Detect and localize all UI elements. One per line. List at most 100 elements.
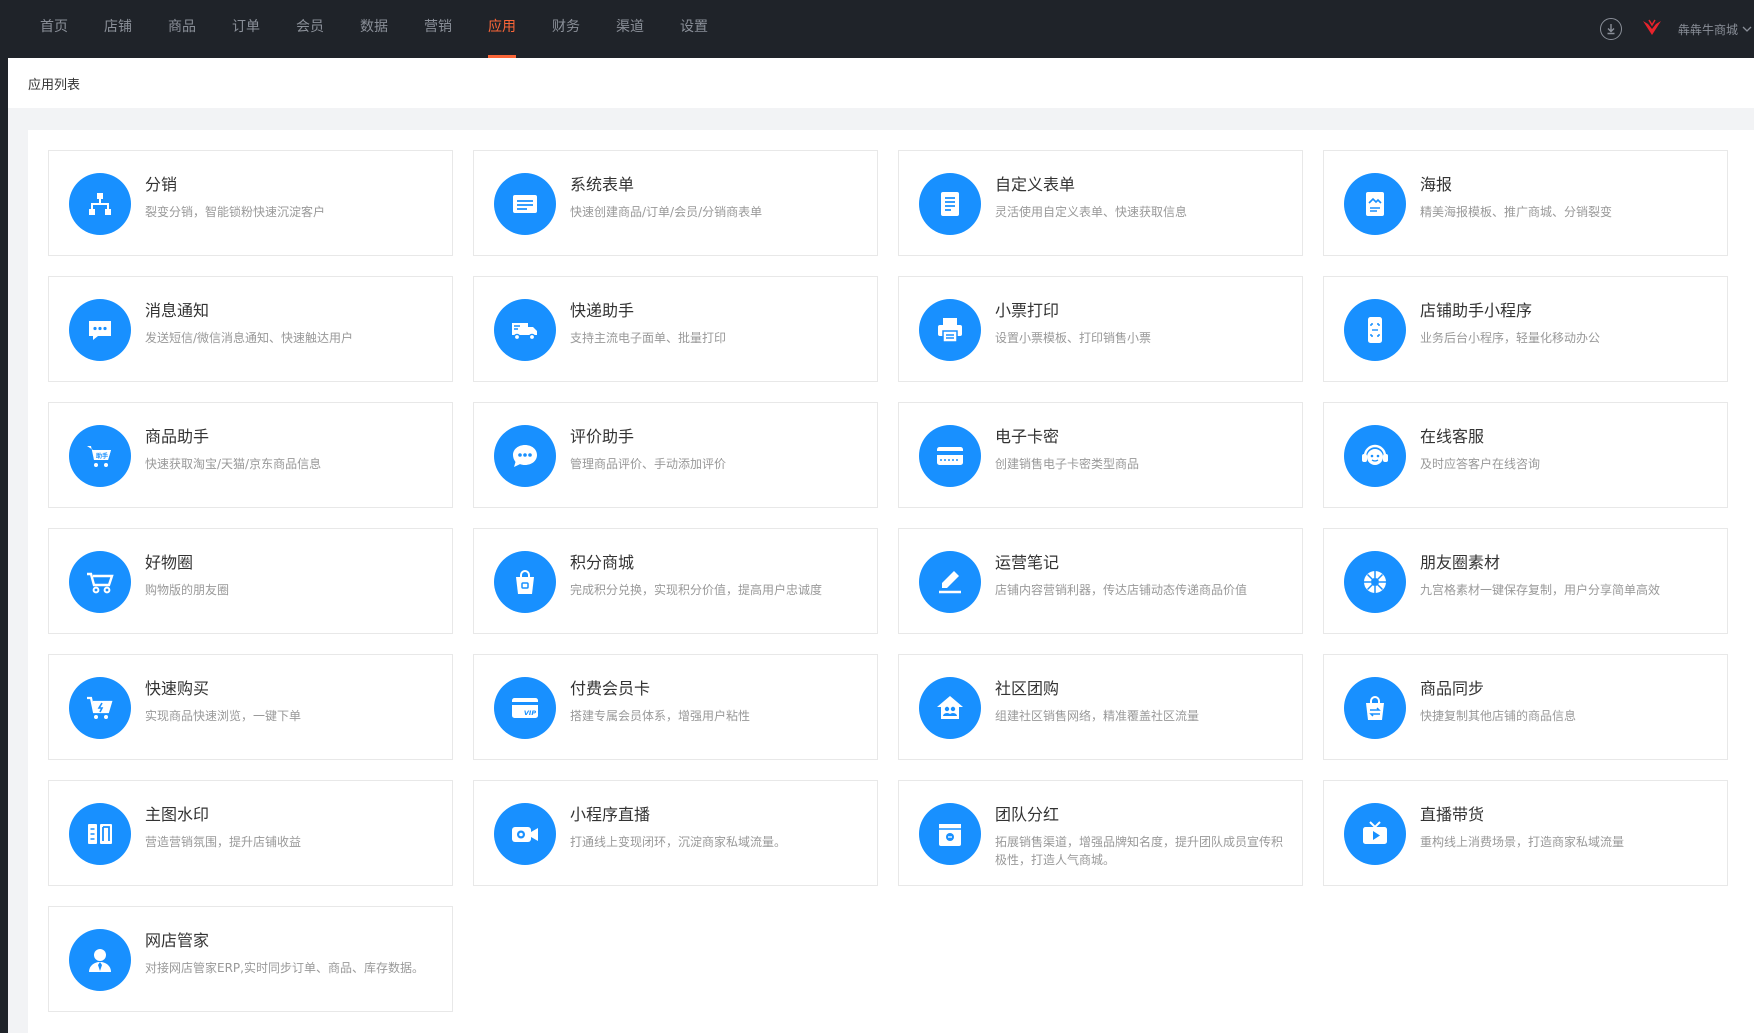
nav-item[interactable]: 财务 (534, 0, 598, 58)
app-card-description: 快速创建商品/订单/会员/分销商表单 (570, 205, 763, 219)
app-card-title: 自定义表单 (995, 175, 1076, 194)
app-card-description: 拓展销售渠道，增强品牌知名度，提升团队成员宣传积极性，打造人气商城。 (995, 835, 1284, 867)
app-card-title: 小票打印 (995, 301, 1060, 320)
nav-item[interactable]: 应用 (470, 0, 534, 58)
app-card-description: 完成积分兑换，实现积分价值，提高用户忠诚度 (570, 583, 823, 597)
app-card-title: 运营笔记 (995, 553, 1060, 572)
app-card-description: 管理商品评价、手动添加评价 (570, 457, 727, 471)
app-card[interactable]: 评价助手 管理商品评价、手动添加评价 (473, 402, 878, 508)
app-card[interactable]: 商品同步 快捷复制其他店铺的商品信息 (1323, 654, 1728, 760)
nav-item[interactable]: 设置 (662, 0, 726, 58)
app-card-description: 创建销售电子卡密类型商品 (995, 457, 1140, 471)
app-card[interactable]: 系统表单快速创建商品/订单/会员/分销商表单 (473, 150, 878, 256)
top-navigation-bar: 首页 店铺 商品 订单 会员 数据 营销 应用 财务 渠道 设置 犇犇牛商城 (0, 0, 1754, 58)
nav-item[interactable]: 会员 (278, 0, 342, 58)
chevron-down-icon[interactable] (1742, 25, 1754, 33)
team-dividend-icon (919, 803, 981, 865)
app-card[interactable]: 快速购买 实现商品快速浏览，一键下单 (48, 654, 453, 760)
icon-badge-text: VIP (524, 709, 536, 717)
nav-item[interactable]: 店铺 (86, 0, 150, 58)
sync-bag-icon (1344, 677, 1406, 739)
app-card[interactable]: 好物圈 购物版的朋友圈 (48, 528, 453, 634)
app-card[interactable]: 海报 精美海报模板、推广商城、分销裂变 (1323, 150, 1728, 256)
app-card[interactable]: 朋友圈素材 九宫格素材一键保存复制，用户分享简单高效 (1323, 528, 1728, 634)
app-card[interactable]: VIP 付费会员卡搭建专属会员体系，增强用户粘性 (473, 654, 878, 760)
form-list-icon (494, 173, 556, 235)
app-card[interactable]: 消息通知发送短信/微信消息通知、快速触达用户 (48, 276, 453, 382)
app-card-title: 网店管家 (145, 931, 210, 950)
app-card-title: 商品助手 (145, 427, 210, 446)
headset-icon (1344, 425, 1406, 487)
nav-item[interactable]: 首页 (22, 0, 86, 58)
app-card-text: 快递助手 支持主流电子面单、批量打印 (570, 299, 865, 347)
tv-play-icon (1344, 803, 1406, 865)
app-card-description: 发送短信/微信消息通知、快速触达用户 (145, 331, 354, 345)
app-card[interactable]: 自定义表单灵活使用自定义表单、快速获取信息 (898, 150, 1303, 256)
app-card-text: 自定义表单灵活使用自定义表单、快速获取信息 (995, 173, 1290, 221)
app-card[interactable]: 助手 商品助手 快速获取淘宝/天猫/京东商品信息 (48, 402, 453, 508)
app-card-title: 在线客服 (1420, 427, 1485, 446)
app-card-description: 组建社区销售网络，精准覆盖社区流量 (995, 709, 1200, 723)
app-card[interactable]: 网店管家 对接网店管家ERP,实时同步订单、商品、库存数据。 (48, 906, 453, 1012)
app-card-title: 小程序直播 (570, 805, 651, 824)
nav-item[interactable]: 订单 (214, 0, 278, 58)
shop-name[interactable]: 犇犇牛商城 (1678, 21, 1738, 38)
truck-icon (494, 299, 556, 361)
phone-scan-icon (1344, 299, 1406, 361)
shopping-bag-icon (494, 551, 556, 613)
app-card[interactable]: 团队分红 拓展销售渠道，增强品牌知名度，提升团队成员宣传积极性，打造人气商城。 (898, 780, 1303, 886)
app-card-text: 商品助手 快速获取淘宝/天猫/京东商品信息 (145, 425, 440, 473)
app-card-description: 支持主流电子面单、批量打印 (570, 331, 727, 345)
app-card-text: 分销 裂变分销，智能锁粉快速沉淀客户 (145, 173, 440, 221)
cart-flash-icon (69, 677, 131, 739)
app-card-text: 店铺助手小程序 业务后台小程序，轻量化移动办公 (1420, 299, 1715, 347)
nav-item[interactable]: 营销 (406, 0, 470, 58)
app-card-description: 设置小票模板、打印销售小票 (995, 331, 1152, 345)
app-card-description: 搭建专属会员体系，增强用户粘性 (570, 709, 751, 723)
app-card[interactable]: 在线客服及时应答客户在线咨询 (1323, 402, 1728, 508)
app-card-description: 购物版的朋友圈 (145, 583, 230, 597)
card-icon (919, 425, 981, 487)
app-card[interactable]: 分销 裂变分销，智能锁粉快速沉淀客户 (48, 150, 453, 256)
app-card-title: 店铺助手小程序 (1420, 301, 1533, 320)
app-grid: 分销 裂变分销，智能锁粉快速沉淀客户 系统表单 快速创建商品/订单/会员/分销商表单 自… (48, 150, 1728, 1012)
app-card[interactable]: 快递助手 支持主流电子面单、批量打印 (473, 276, 878, 382)
app-card-description: 灵活使用自定义表单、快速获取信息 (995, 205, 1188, 219)
app-card-text: 朋友圈素材 九宫格素材一键保存复制，用户分享简单高效 (1420, 551, 1715, 599)
app-card-title: 朋友圈素材 (1420, 553, 1501, 572)
app-card-text: 网店管家 对接网店管家ERP,实时同步订单、商品、库存数据。 (145, 929, 440, 977)
nav-item[interactable]: 渠道 (598, 0, 662, 58)
download-icon[interactable] (1599, 18, 1622, 40)
app-card-text: 电子卡密 创建销售电子卡密类型商品 (995, 425, 1290, 473)
app-card-text: 小票打印设置小票模板、打印销售小票 (995, 299, 1290, 347)
app-card[interactable]: 小程序直播 打通线上变现闭环，沉淀商家私域流量。 (473, 780, 878, 886)
app-card-title: 积分商城 (570, 553, 635, 572)
app-card[interactable]: 店铺助手小程序 业务后台小程序，轻量化移动办公 (1323, 276, 1728, 382)
app-card[interactable]: 积分商城完成积分兑换，实现积分价值，提高用户忠诚度 (473, 528, 878, 634)
icon-badge-text: 助手 (96, 452, 108, 460)
app-card-title: 系统表单 (570, 175, 635, 194)
app-card[interactable]: 直播带货 重构线上消费场景，打造商家私域流量 (1323, 780, 1728, 886)
app-card[interactable]: 印主图水印营造营销氛围，提升店铺收益 (48, 780, 453, 886)
app-card-text: 团队分红 拓展销售渠道，增强品牌知名度，提升团队成员宣传积极性，打造人气商城。 (995, 803, 1290, 869)
app-card[interactable]: 电子卡密 创建销售电子卡密类型商品 (898, 402, 1303, 508)
app-card[interactable]: 小票打印设置小票模板、打印销售小票 (898, 276, 1303, 382)
nav-item[interactable]: 商品 (150, 0, 214, 58)
app-card-text: 快速购买 实现商品快速浏览，一键下单 (145, 677, 440, 725)
printer-icon (919, 299, 981, 361)
nav-item[interactable]: 数据 (342, 0, 406, 58)
aperture-icon (1344, 551, 1406, 613)
app-card-title: 社区团购 (995, 679, 1060, 698)
app-card-description: 及时应答客户在线咨询 (1420, 457, 1541, 471)
pen-note-icon (919, 551, 981, 613)
app-card-title: 消息通知 (145, 301, 210, 320)
manager-person-icon (69, 929, 131, 991)
app-card-text: 商品同步 快捷复制其他店铺的商品信息 (1420, 677, 1715, 725)
app-card[interactable]: 运营笔记 店铺内容营销利器，传达店铺动态传递商品价值 (898, 528, 1303, 634)
app-card[interactable]: 社区团购组建社区销售网络，精准覆盖社区流量 (898, 654, 1303, 760)
app-list-container: 分销 裂变分销，智能锁粉快速沉淀客户 系统表单 快速创建商品/订单/会员/分销商表单 自… (28, 130, 1754, 1033)
cart-helper-icon: 助手 (69, 425, 131, 487)
app-card-description: 营造营销氛围，提升店铺收益 (145, 835, 302, 849)
app-card-title: 主图水印 (145, 805, 210, 824)
app-card-title: 付费会员卡 (570, 679, 651, 698)
